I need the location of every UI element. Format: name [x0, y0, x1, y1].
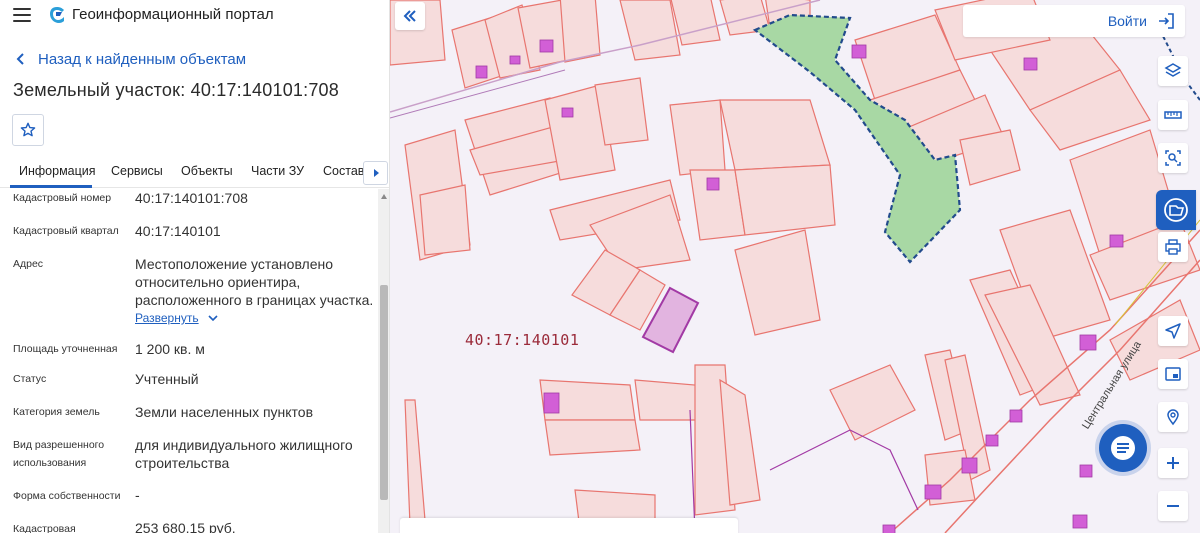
expand-address-link[interactable]: Развернуть [135, 311, 219, 325]
properties-list: Кадастровый номер 40:17:140101:708 Кадас… [0, 189, 378, 533]
login-icon [1159, 13, 1174, 29]
chevron-left-icon [16, 53, 24, 65]
pin-search-icon [1167, 409, 1179, 426]
geolocation-button[interactable] [1158, 402, 1188, 432]
expand-label: Развернуть [135, 311, 199, 325]
info-panel: Геоинформационный портал Назад к найденн… [0, 0, 390, 533]
back-link-label: Назад к найденным объектам [38, 50, 247, 68]
zoom-in-button[interactable] [1158, 448, 1188, 478]
prop-value-permitted-use-line1: для индивидуального жилищного [135, 437, 353, 453]
chevron-right-icon [373, 169, 379, 177]
tab-info[interactable]: Информация [19, 164, 96, 178]
area-search-icon [1165, 150, 1181, 166]
tab-objects[interactable]: Объекты [181, 164, 233, 178]
zoom-out-button[interactable] [1158, 491, 1188, 521]
minimap-button[interactable] [1158, 359, 1188, 389]
scrollbar-thumb[interactable] [380, 285, 388, 500]
prop-value-area: 1 200 кв. м [135, 341, 205, 357]
prop-value-cad-number: 40:17:140101:708 [135, 190, 248, 206]
active-tab-indicator [10, 185, 92, 188]
app-header: Геоинформационный портал [0, 0, 389, 32]
bottom-info-panel[interactable] [400, 518, 738, 533]
prop-label-address: Адрес [13, 258, 44, 270]
login-button[interactable]: Войти [963, 5, 1185, 37]
measure-button[interactable] [1158, 100, 1188, 130]
prop-label-cad-quarter: Кадастровый квартал [13, 225, 119, 237]
prop-label-permitted-use-line2: использования [13, 457, 87, 469]
prop-label-area: Площадь уточненная [13, 343, 118, 355]
scroll-up-arrow-icon[interactable] [381, 194, 387, 199]
chevron-down-icon [208, 315, 218, 322]
prop-value-cad-quarter: 40:17:140101 [135, 223, 221, 239]
prop-value-address-line3: расположенного в границах участка. [135, 292, 374, 308]
panel-tabs: Информация Сервисы Объекты Части ЗУ Сост… [0, 158, 389, 188]
favorite-button[interactable] [12, 114, 44, 146]
back-to-results-link[interactable]: Назад к найденным объектам [14, 49, 246, 69]
tabs-scroll-right-button[interactable] [363, 161, 388, 185]
prop-value-permitted-use-line2: строительства [135, 455, 230, 471]
prop-label-cad-number: Кадастровый номер [13, 192, 112, 204]
layers-icon [1164, 63, 1182, 77]
minus-icon [1167, 505, 1179, 507]
portal-logo-icon [50, 7, 64, 23]
tab-composition[interactable]: Состав [323, 164, 364, 178]
cadastral-map [390, 0, 1200, 533]
prop-label-status: Статус [13, 373, 47, 385]
basemap-button[interactable] [1156, 190, 1196, 230]
ruler-icon [1164, 111, 1182, 119]
map-folder-icon [1164, 198, 1188, 222]
print-button[interactable] [1158, 232, 1188, 262]
prop-label-land-category: Категория земель [13, 406, 100, 418]
prop-label-ownership: Форма собственности [13, 490, 121, 502]
locate-button[interactable] [1158, 316, 1188, 346]
app-title: Геоинформационный портал [72, 6, 274, 23]
prop-value-address-line2: относительно ориентира, [135, 274, 301, 290]
prop-value-ownership: - [135, 487, 140, 503]
map-view[interactable]: 40:17:140101 Центральная улица Войти [390, 0, 1200, 533]
star-icon [20, 122, 36, 137]
prop-label-cad-value: Кадастровая [13, 523, 76, 533]
minimap-icon [1165, 367, 1181, 381]
collapse-panel-button[interactable] [395, 2, 425, 30]
tab-services[interactable]: Сервисы [111, 164, 163, 178]
plus-icon [1167, 457, 1179, 469]
chat-icon [1111, 436, 1135, 460]
prop-value-address-line1: Местоположение установлено [135, 256, 334, 272]
tab-parts[interactable]: Части ЗУ [251, 164, 304, 178]
cadastral-quarter-label: 40:17:140101 [465, 331, 580, 349]
prop-value-cad-value: 253 680,15 руб. [135, 520, 236, 533]
menu-icon[interactable] [13, 8, 31, 22]
page-title: Земельный участок: 40:17:140101:708 [13, 80, 339, 100]
login-label: Войти [1107, 13, 1147, 29]
navigation-arrow-icon [1165, 323, 1181, 339]
chat-button[interactable] [1099, 424, 1147, 472]
area-search-button[interactable] [1158, 143, 1188, 173]
prop-value-land-category: Земли населенных пунктов [135, 404, 314, 420]
prop-value-status: Учтенный [135, 371, 199, 387]
printer-icon [1165, 239, 1181, 255]
prop-label-permitted-use-line1: Вид разрешенного [13, 439, 105, 451]
layers-button[interactable] [1158, 56, 1188, 86]
double-chevron-left-icon [403, 10, 416, 22]
